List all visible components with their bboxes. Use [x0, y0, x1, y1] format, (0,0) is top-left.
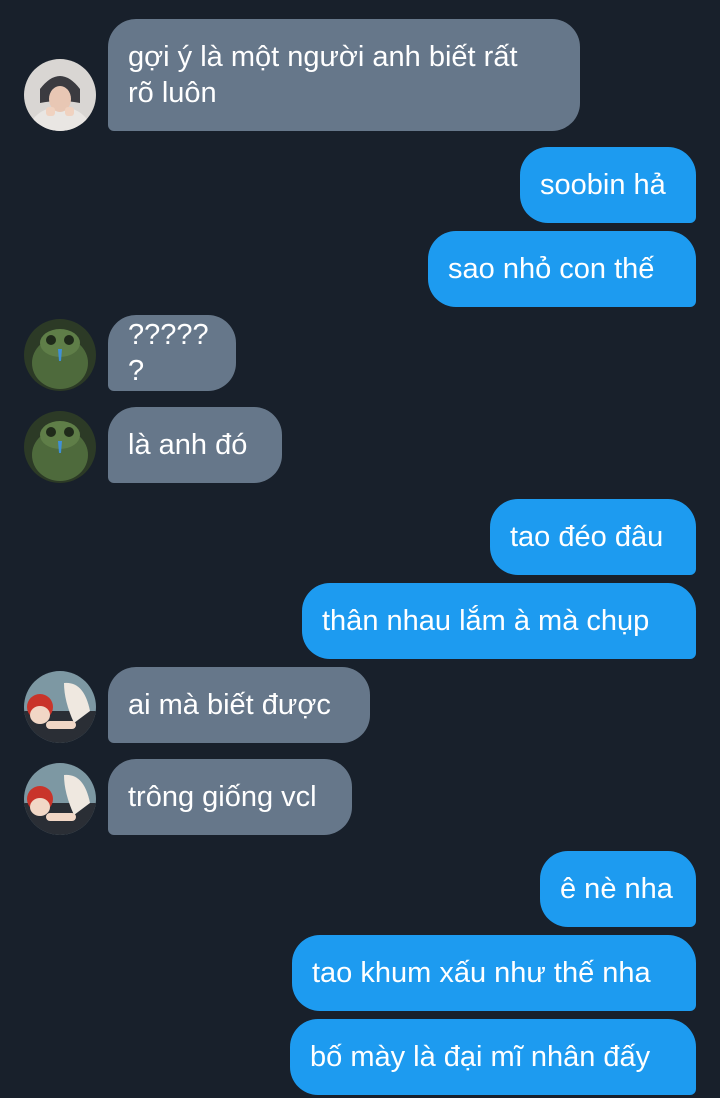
avatar-green-frog[interactable]: [24, 411, 96, 483]
message-bubble-incoming[interactable]: ??????: [108, 315, 236, 391]
conversation-view: gợi ý là một người anh biết rất rõ luôn …: [0, 0, 720, 1098]
avatar-anime-characters[interactable]: [24, 763, 96, 835]
message-bubble-outgoing[interactable]: sao nhỏ con thế: [428, 231, 696, 307]
avatar-person-hoodie[interactable]: [24, 59, 96, 131]
avatar-anime-characters[interactable]: [24, 671, 96, 743]
message-bubble-outgoing[interactable]: thân nhau lắm à mà chụp: [302, 583, 696, 659]
message-bubble-incoming[interactable]: ai mà biết được: [108, 667, 370, 743]
message-bubble-incoming[interactable]: là anh đó: [108, 407, 282, 483]
message-bubble-outgoing[interactable]: bố mày là đại mĩ nhân đấy: [290, 1019, 696, 1095]
message-bubble-outgoing[interactable]: soobin hả: [520, 147, 696, 223]
message-bubble-incoming[interactable]: trông giống vcl: [108, 759, 352, 835]
message-bubble-outgoing[interactable]: tao khum xấu như thế nha: [292, 935, 696, 1011]
message-bubble-incoming[interactable]: gợi ý là một người anh biết rất rõ luôn: [108, 19, 580, 131]
message-bubble-outgoing[interactable]: ê nè nha: [540, 851, 696, 927]
message-bubble-outgoing[interactable]: tao đéo đâu: [490, 499, 696, 575]
avatar-green-frog[interactable]: [24, 319, 96, 391]
